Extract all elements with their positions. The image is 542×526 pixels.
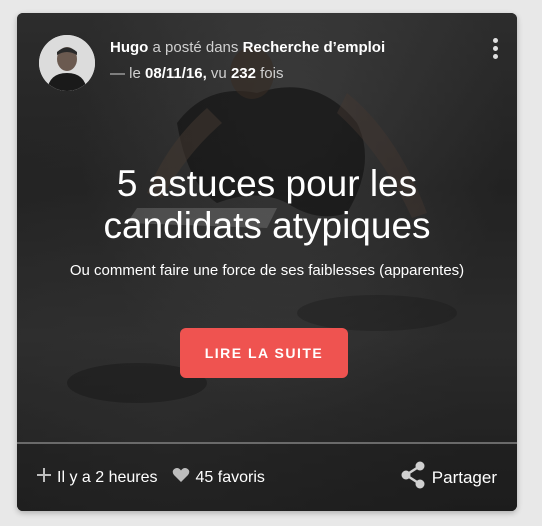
post-title[interactable]: 5 astuces pour les candidats atypiques	[17, 163, 517, 247]
post-header: Hugo a posté dans Recherche d’emploi — l…	[39, 35, 501, 95]
favorites-label: 45 favoris	[195, 468, 265, 486]
author-name[interactable]: Hugo	[110, 39, 148, 56]
posted-in-text: a posté dans	[152, 39, 239, 56]
post-card: Hugo a posté dans Recherche d’emploi — l…	[17, 13, 517, 511]
time-item[interactable]: Il y a 2 heures	[37, 468, 158, 487]
post-meta: Hugo a posté dans Recherche d’emploi — l…	[110, 35, 385, 87]
date-prefix: — le	[110, 65, 141, 82]
favorites-item[interactable]: 45 favoris	[172, 467, 265, 488]
share-label: Partager	[431, 467, 497, 487]
plus-icon	[37, 468, 51, 487]
post-subtitle: Ou comment faire une force de ses faible…	[69, 262, 465, 279]
post-date: 08/11/16,	[145, 65, 207, 82]
share-icon	[400, 461, 426, 494]
views-suffix: fois	[260, 65, 284, 82]
author-avatar[interactable]	[39, 35, 95, 91]
views-prefix: vu	[210, 65, 227, 82]
more-vertical-icon[interactable]	[489, 38, 501, 62]
post-footer: Il y a 2 heures 45 favoris Partager	[17, 444, 517, 511]
read-more-button[interactable]: LIRE LA SUITE	[180, 328, 348, 378]
category-link[interactable]: Recherche d’emploi	[243, 39, 386, 56]
heart-icon[interactable]	[172, 467, 190, 488]
time-label: Il y a 2 heures	[57, 468, 158, 486]
view-count: 232	[230, 65, 256, 82]
share-button[interactable]: Partager	[400, 461, 497, 494]
